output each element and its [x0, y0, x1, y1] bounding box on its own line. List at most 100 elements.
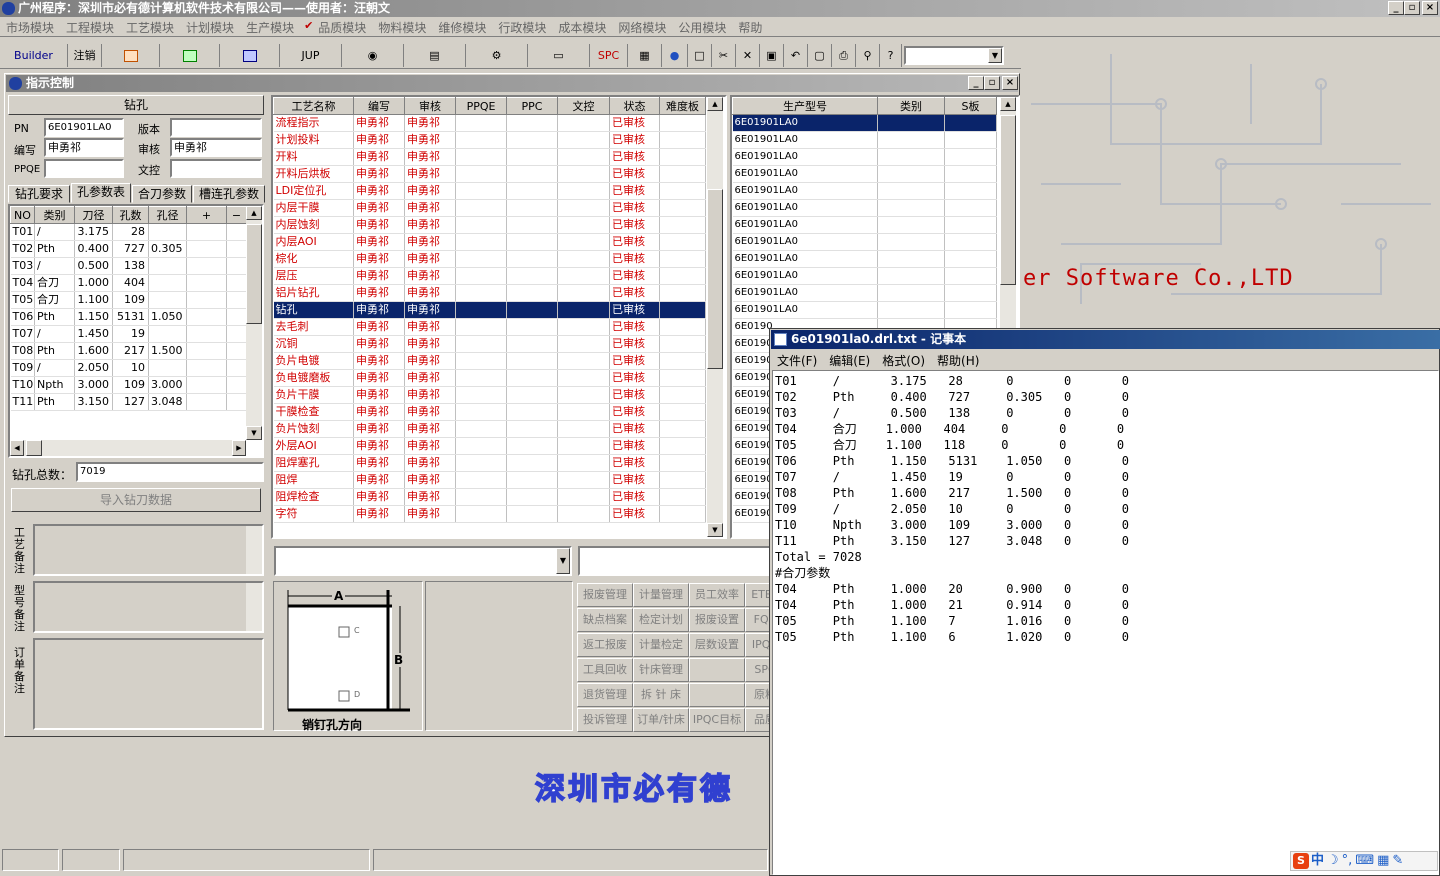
scroll-left-icon[interactable]: ◀ [10, 440, 24, 456]
process-row[interactable]: 阻焊 申勇祁 申勇祁 已审核 [273, 471, 706, 489]
process-row[interactable]: 负片电镀 申勇祁 申勇祁 已审核 [273, 352, 706, 370]
hole-col-header[interactable]: 类别 [34, 206, 75, 224]
process-remark-vscroll[interactable] [246, 526, 262, 574]
menu-0[interactable]: 市场模块 [0, 17, 60, 38]
quality-button[interactable]: 检定计划 [633, 608, 689, 632]
process-row[interactable]: 钻孔 申勇祁 申勇祁 已审核 [273, 301, 706, 319]
process-col-header[interactable]: 工艺名称 [273, 97, 354, 115]
process-col-header[interactable]: 状态 [609, 97, 660, 115]
reviewer-field[interactable]: 申勇祁 [170, 138, 262, 157]
save-icon[interactable]: ▣ [760, 44, 784, 67]
find-icon[interactable]: ⚲ [856, 44, 880, 67]
process-row[interactable]: 阻焊检查 申勇祁 申勇祁 已审核 [273, 488, 706, 506]
order-remark-field[interactable] [33, 638, 264, 730]
process-row[interactable]: 沉铜 申勇祁 申勇祁 已审核 [273, 335, 706, 353]
process-row[interactable]: 开料后烘板 申勇祁 申勇祁 已审核 [273, 165, 706, 183]
model-row[interactable]: 6E01901LA0 [732, 114, 997, 132]
model-row[interactable]: 6E01901LA0 [732, 301, 997, 319]
minimize-button[interactable]: _ [1388, 1, 1404, 15]
quality-button[interactable]: 缺点档案 [577, 608, 633, 632]
hole-table-hscroll[interactable]: ◀ ▶ [10, 440, 246, 456]
ppqe-field[interactable] [44, 159, 124, 178]
computer-icon[interactable]: ▭ [528, 44, 590, 67]
hole-col-header[interactable]: 孔数 [112, 206, 149, 224]
process-row[interactable]: 阻焊塞孔 申勇祁 申勇祁 已审核 [273, 454, 706, 472]
scroll-up-icon[interactable]: ▲ [707, 97, 723, 111]
network-icon[interactable]: ⚙ [466, 44, 528, 67]
undo-icon[interactable]: ↶ [784, 44, 808, 67]
menu-3[interactable]: 计划模块 [180, 17, 240, 38]
hole-row[interactable]: T03/0.500 138 [10, 257, 247, 275]
scroll-right-icon[interactable]: ▶ [232, 440, 246, 456]
preview-icon[interactable]: ▢ [808, 44, 832, 67]
quality-button[interactable]: 订单/针床 [633, 708, 689, 732]
scroll-down-icon[interactable]: ▼ [707, 523, 723, 537]
tab-1[interactable]: 孔参数表 [71, 183, 131, 203]
model-row[interactable]: 6E01901LA0 [732, 148, 997, 166]
model-col-header[interactable]: 生产型号 [732, 97, 878, 115]
model-row[interactable]: 6E01901LA0 [732, 165, 997, 183]
tab-2[interactable]: 合刀参数 [132, 185, 192, 203]
model-row[interactable]: 6E01901LA0 [732, 284, 997, 302]
version-field[interactable] [170, 118, 262, 137]
process-row[interactable]: 棕化 申勇祁 申勇祁 已审核 [273, 250, 706, 268]
process-row[interactable]: 外层AOI 申勇祁 申勇祁 已审核 [273, 437, 706, 455]
quality-button[interactable]: 投诉管理 [577, 708, 633, 732]
sogou-icon[interactable]: S [1293, 853, 1309, 869]
process-row[interactable]: 负电镀磨板 申勇祁 申勇祁 已审核 [273, 369, 706, 387]
process-col-header[interactable]: 难度板 [659, 97, 706, 115]
process-row[interactable]: 内层蚀刻 申勇祁 申勇祁 已审核 [273, 216, 706, 234]
print-icon[interactable]: ⎙ [832, 44, 856, 67]
ime-chinese-mode[interactable]: 中 [1311, 853, 1324, 868]
quality-button[interactable]: 计量检定 [633, 633, 689, 657]
model-row[interactable]: 6E01901LA0 [732, 199, 997, 217]
process-row[interactable]: LDI定位孔 申勇祁 申勇祁 已审核 [273, 182, 706, 200]
model-remark-field[interactable] [33, 581, 264, 633]
scroll-down-icon[interactable]: ▼ [246, 426, 262, 440]
hscroll-thumb[interactable] [26, 440, 42, 456]
eye-icon[interactable]: ◉ [342, 44, 404, 67]
spc-button[interactable]: SPC [590, 44, 628, 67]
hole-col-header[interactable]: − [226, 206, 247, 224]
hole-row[interactable]: T11 Pth 3.150 127 3.048 [10, 393, 247, 411]
process-row[interactable]: 内层干膜 申勇祁 申勇祁 已审核 [273, 199, 706, 217]
process-row[interactable]: 层压 申勇祁 申勇祁 已审核 [273, 267, 706, 285]
calculator-icon[interactable]: ▦ [628, 44, 662, 67]
menu-8[interactable]: 行政模块 [492, 17, 552, 38]
quality-button[interactable]: 报废管理 [577, 583, 633, 607]
builder-button[interactable]: Builder [0, 44, 68, 67]
child-close-button[interactable]: × [1002, 76, 1018, 90]
hole-row[interactable]: T10 Npth 3.000 109 3.000 [10, 376, 247, 394]
notepad-menu-2[interactable]: 格式(O) [876, 350, 931, 371]
quality-button[interactable]: 层数设置 [689, 633, 745, 657]
tab-0[interactable]: 钻孔要求 [8, 185, 70, 203]
quality-button[interactable]: 退货管理 [577, 683, 633, 707]
scroll-up-icon[interactable]: ▲ [246, 206, 262, 220]
menu-11[interactable]: 公用模块 [672, 17, 732, 38]
process-row[interactable]: 内层AOI 申勇祁 申勇祁 已审核 [273, 233, 706, 251]
toolbar-combo[interactable]: ▼ [904, 46, 1004, 65]
model-row[interactable]: 6E01901LA0 [732, 182, 997, 200]
checkbox-c-label[interactable]: C [354, 626, 360, 635]
model-row[interactable]: 6E01901LA0 [732, 250, 997, 268]
notepad-menu-3[interactable]: 帮助(H) [931, 350, 985, 371]
menu-6[interactable]: 物料模块 [372, 17, 432, 38]
help-icon[interactable]: ? [880, 44, 902, 67]
menu-1[interactable]: 工程模块 [60, 17, 120, 38]
model-remark-vscroll[interactable] [246, 583, 262, 631]
settings-icon[interactable]: ✎ [1392, 853, 1403, 868]
scroll-up-icon[interactable]: ▲ [1000, 97, 1016, 111]
process-row[interactable]: 流程指示 申勇祁 申勇祁 已审核 [273, 114, 706, 132]
scroll-thumb[interactable] [1000, 115, 1016, 285]
pn-field[interactable]: 6E01901LA0 [44, 118, 124, 137]
checkbox-d-label[interactable]: D [354, 690, 360, 699]
hole-row[interactable]: T04 合刀 1.000 404 [10, 274, 247, 292]
process-row[interactable]: 开料 申勇祁 申勇祁 已审核 [273, 148, 706, 166]
database-icon[interactable]: ▤ [404, 44, 466, 67]
scroll-thumb[interactable] [707, 189, 723, 369]
hole-row[interactable]: T08 Pth 1.600 217 1.500 [10, 342, 247, 360]
logout-button[interactable]: 注销 [68, 44, 102, 67]
cut-icon[interactable]: ✂ [712, 44, 736, 67]
menu-5[interactable]: 品质模块 [316, 17, 372, 38]
process-remark-field[interactable] [33, 524, 264, 576]
